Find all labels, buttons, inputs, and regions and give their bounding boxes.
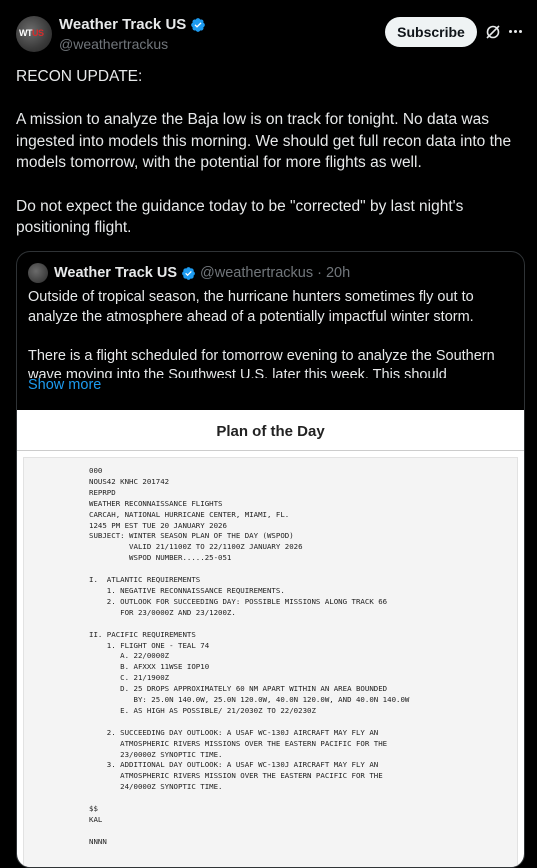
post-text: RECON UPDATE: A mission to analyze the B… xyxy=(16,68,512,237)
author-name[interactable]: Weather Track US xyxy=(59,16,186,33)
avatar-logo: WTUS xyxy=(19,28,44,38)
verified-badge-icon xyxy=(191,17,206,32)
more-horizontal-icon[interactable] xyxy=(509,30,523,34)
show-more-link[interactable]: Show more xyxy=(28,377,101,393)
subscribe-button[interactable]: Subscribe xyxy=(385,17,477,47)
document-divider xyxy=(17,450,524,451)
avatar[interactable]: WTUS xyxy=(16,16,52,52)
quoted-post-image[interactable]: Plan of the Day 000 NOUS42 KNHC 201742 R… xyxy=(17,410,524,867)
document-title: Plan of the Day xyxy=(216,423,325,440)
grok-slash-icon[interactable] xyxy=(485,24,501,40)
document-body: 000 NOUS42 KNHC 201742 REPRPD WEATHER RE… xyxy=(89,466,410,846)
quoted-post[interactable]: Weather Track US @weathertrackus · 20h O… xyxy=(16,251,525,868)
post-header: WTUS Weather Track US @weathertrackus Su… xyxy=(16,14,523,54)
quoted-post-text: Outside of tropical season, the hurrican… xyxy=(28,289,495,378)
more-dot xyxy=(514,30,517,33)
more-dot xyxy=(519,30,522,33)
quoted-text-clip: Outside of tropical season, the hurrican… xyxy=(17,252,524,378)
author-name-row: Weather Track US xyxy=(59,16,206,33)
author-handle[interactable]: @weathertrackus xyxy=(59,36,168,52)
more-dot xyxy=(509,30,512,33)
